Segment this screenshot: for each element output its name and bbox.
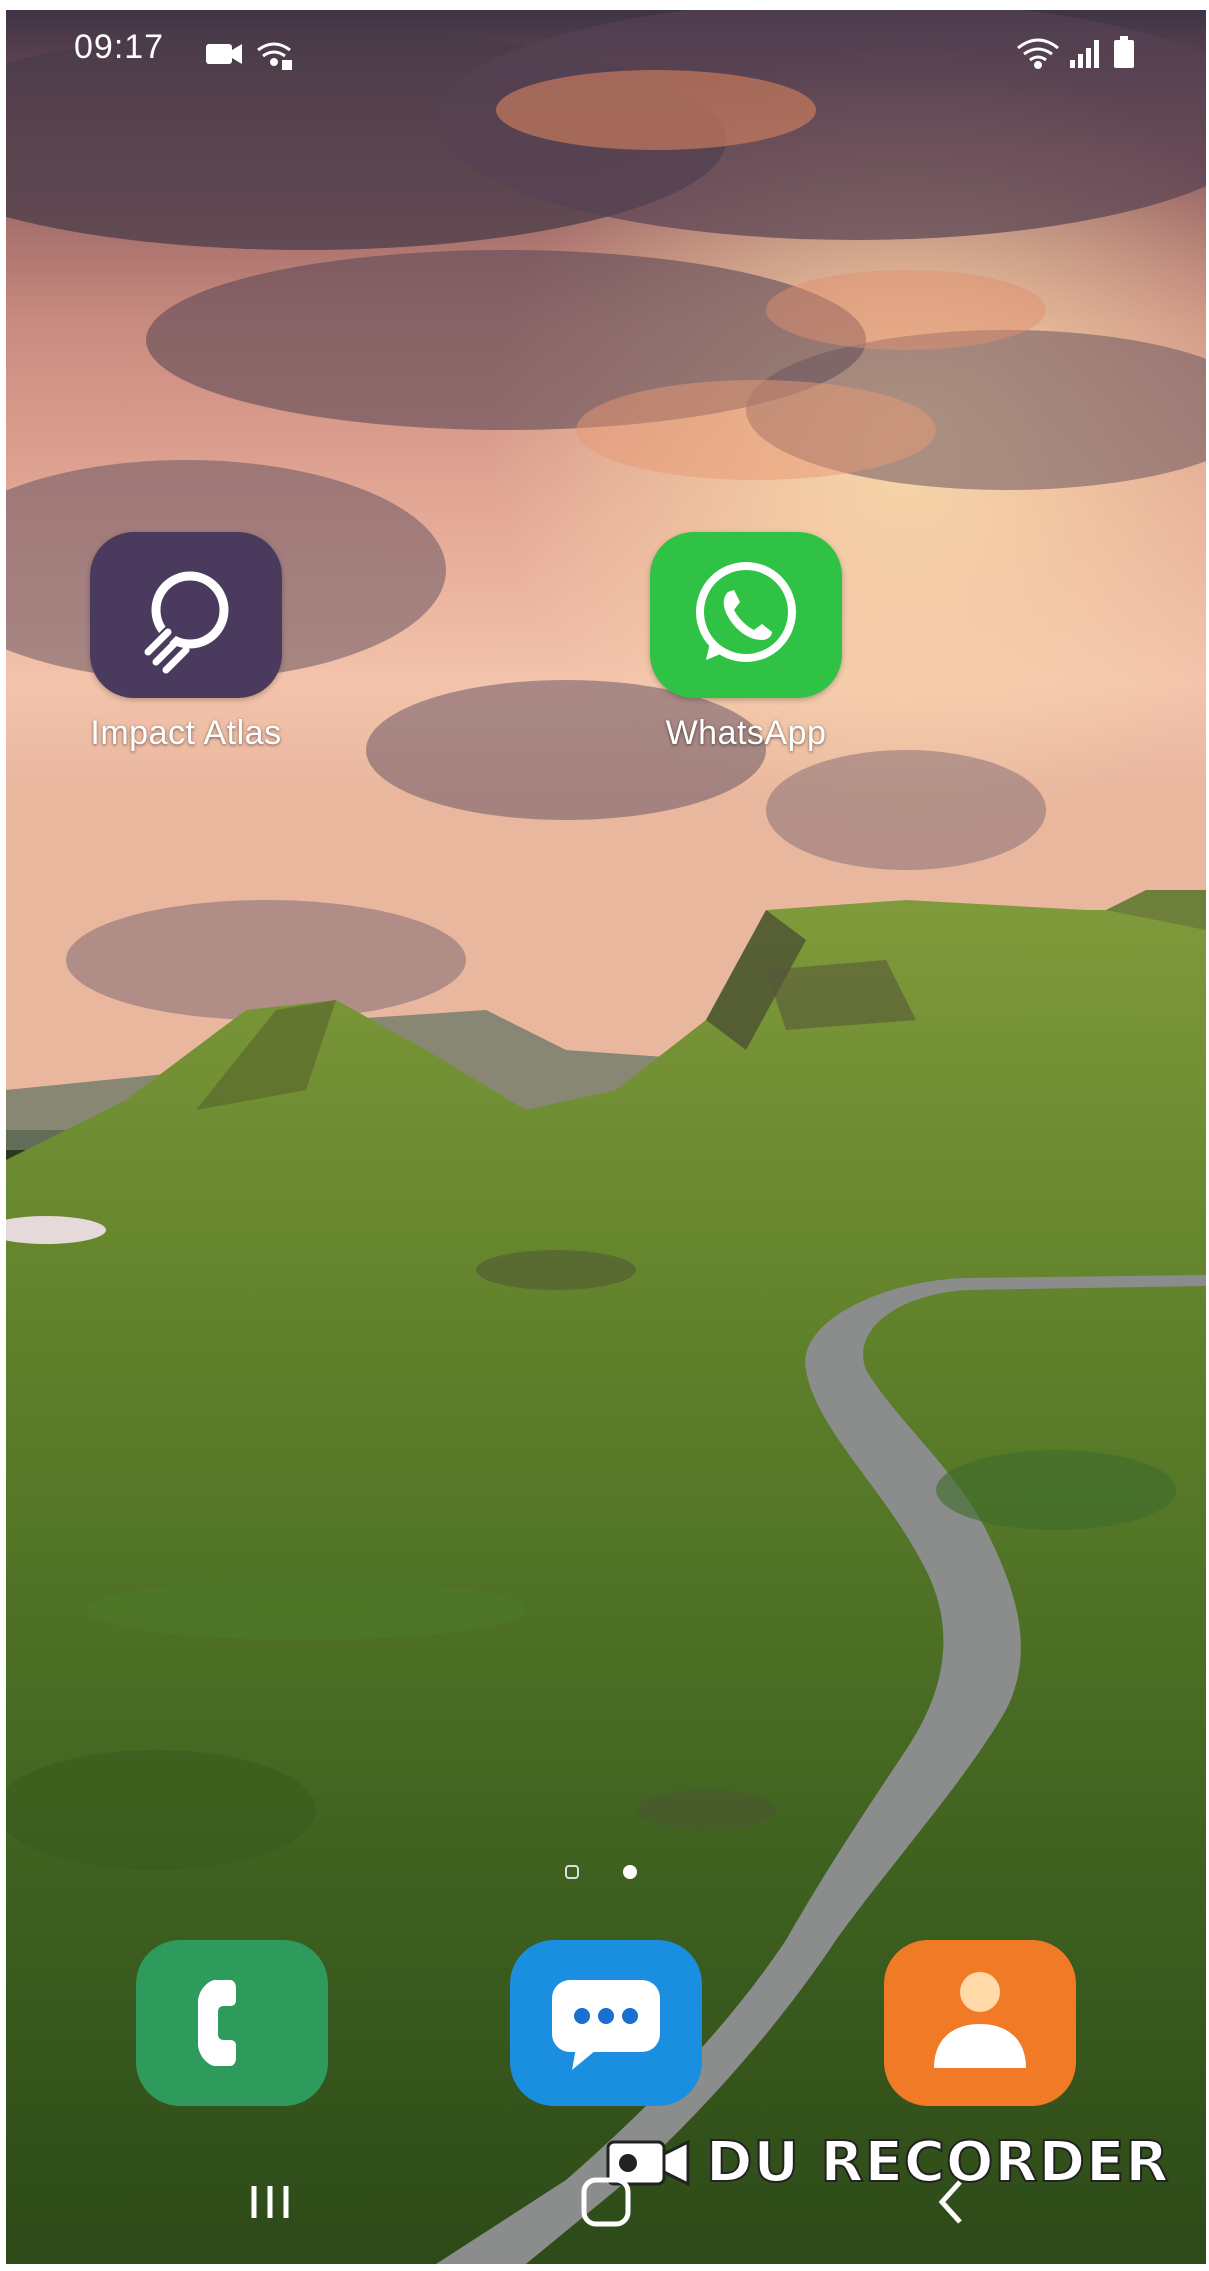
wifi-upload-icon bbox=[257, 42, 292, 70]
dock-messages-app[interactable] bbox=[510, 1940, 702, 2106]
cellular-signal-icon bbox=[1070, 40, 1099, 68]
status-left-icons bbox=[206, 42, 292, 70]
impact-atlas-icon bbox=[90, 532, 282, 698]
home-screen: 09:17 Impact Atlas WhatsApp DU RECORDER bbox=[6, 10, 1206, 2264]
dock-phone-app[interactable] bbox=[136, 1940, 328, 2106]
app-label: WhatsApp bbox=[665, 714, 827, 752]
dock-contacts-app[interactable] bbox=[884, 1940, 1076, 2106]
navigation-bar bbox=[251, 2177, 962, 2227]
phone-icon bbox=[198, 1980, 236, 2066]
home-page-dot bbox=[565, 1865, 579, 1879]
app-label: Impact Atlas bbox=[90, 714, 282, 752]
page-indicator bbox=[565, 1865, 637, 1879]
back-button[interactable] bbox=[938, 2180, 962, 2224]
messages-icon bbox=[552, 1980, 660, 2070]
app-whatsapp[interactable]: WhatsApp bbox=[616, 532, 876, 753]
contacts-icon bbox=[934, 1972, 1026, 2068]
home-button[interactable] bbox=[581, 2177, 631, 2227]
wifi-icon bbox=[1017, 38, 1059, 69]
active-page-dot bbox=[623, 1865, 637, 1879]
recent-apps-button[interactable] bbox=[251, 2186, 289, 2218]
app-impact-atlas[interactable]: Impact Atlas bbox=[56, 532, 316, 753]
wallpaper bbox=[6, 10, 1206, 2264]
battery-icon bbox=[1114, 36, 1134, 68]
status-bar: 09:17 bbox=[6, 10, 1206, 94]
whatsapp-icon bbox=[650, 532, 842, 698]
video-camera-icon bbox=[206, 44, 242, 64]
status-right-icons bbox=[1017, 36, 1134, 69]
status-time: 09:17 bbox=[74, 28, 165, 66]
